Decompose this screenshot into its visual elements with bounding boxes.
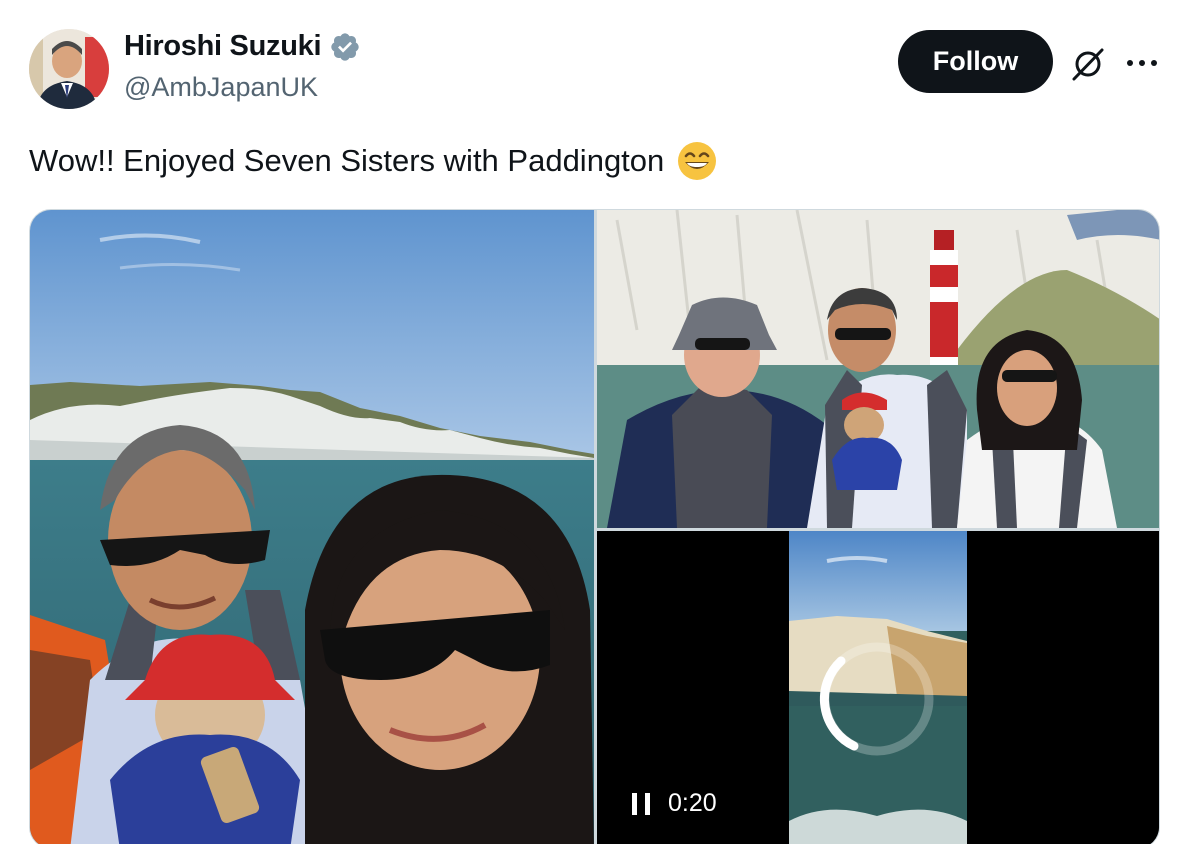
tweet-text: Wow!! Enjoyed Seven Sisters with Padding…: [29, 140, 718, 182]
grinning-face-emoji-icon: [676, 140, 718, 182]
pause-icon[interactable]: [632, 792, 650, 815]
verified-badge-icon[interactable]: [329, 31, 361, 63]
video-player[interactable]: 0:20: [597, 531, 1159, 844]
video-controls: 0:20: [632, 789, 717, 818]
media-grid: 0:20: [29, 209, 1160, 844]
author-handle[interactable]: @AmbJapanUK: [124, 72, 318, 103]
photo-group-lighthouse[interactable]: [597, 210, 1159, 528]
author-name[interactable]: Hiroshi Suzuki: [124, 30, 361, 63]
photo-selfie-seven-sisters[interactable]: [30, 210, 594, 844]
tweet-text-content: Wow!! Enjoyed Seven Sisters with Padding…: [29, 143, 665, 178]
avatar-image: [29, 29, 109, 109]
more-icon[interactable]: [1122, 46, 1162, 80]
follow-button[interactable]: Follow: [898, 30, 1053, 93]
video-timestamp: 0:20: [668, 789, 717, 817]
author-name-text: Hiroshi Suzuki: [124, 30, 322, 62]
grok-icon[interactable]: [1068, 44, 1108, 84]
author-avatar[interactable]: [29, 29, 109, 109]
